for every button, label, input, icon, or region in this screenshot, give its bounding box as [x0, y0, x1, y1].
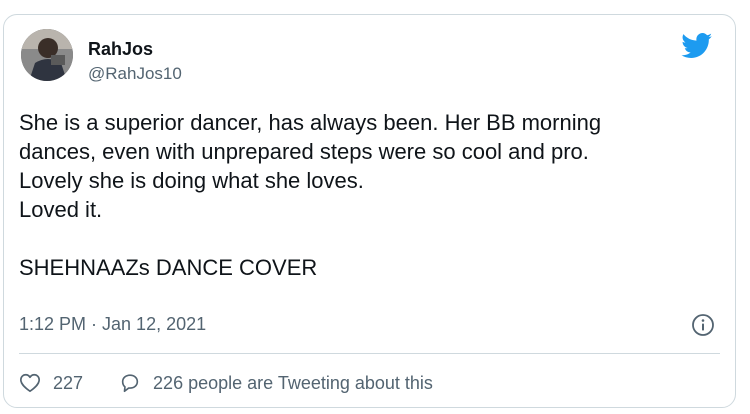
tweet-line: She is a superior dancer, has always bee… — [19, 110, 602, 135]
user-display-name[interactable]: RahJos — [88, 39, 153, 60]
heart-icon[interactable] — [19, 372, 41, 394]
avatar[interactable] — [21, 29, 73, 81]
tweeting-about-text[interactable]: 226 people are Tweeting about this — [153, 373, 433, 394]
info-icon[interactable] — [691, 313, 715, 337]
tweet-timestamp[interactable]: 1:12 PM · Jan 12, 2021 — [19, 314, 206, 335]
tweeting-about-link[interactable]: 226 people are Tweeting about this — [119, 372, 433, 394]
tweet-line: dances, even with unprepared steps were … — [19, 139, 589, 164]
tweet-text: She is a superior dancer, has always bee… — [19, 108, 719, 282]
user-handle[interactable]: @RahJos10 — [88, 64, 182, 84]
tweet-line: SHEHNAAZs DANCE COVER — [19, 255, 318, 280]
like-count[interactable]: 227 — [53, 373, 83, 394]
tweet-actions: 227 226 people are Tweeting about this — [19, 369, 433, 397]
tweet-line: Loved it. — [19, 197, 103, 222]
speech-bubble-icon[interactable] — [119, 372, 141, 394]
tweet-line: Lovely she is doing what she loves. — [19, 168, 364, 193]
twitter-bird-icon[interactable] — [681, 33, 713, 59]
divider — [19, 353, 720, 354]
tweet-card[interactable]: RahJos @RahJos10 She is a superior dance… — [3, 14, 736, 408]
